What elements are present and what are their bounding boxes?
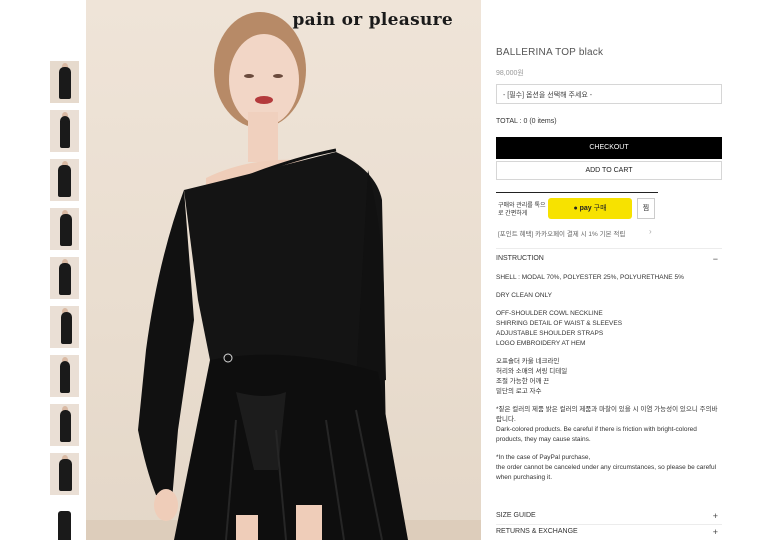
thumbnail-1[interactable] [50,61,79,103]
chevron-right-icon[interactable]: › [649,227,652,236]
thumbnail-5[interactable] [50,257,79,299]
pay-brand-label: pay [579,205,592,212]
product-title: BALLERINA TOP black [496,47,604,58]
feature-ko-2: 허리와 소매의 셔링 디테일 [496,368,568,375]
minus-icon: − [712,254,718,264]
product-price: 98,000원 [496,70,524,77]
divider [496,248,722,249]
wishlist-button[interactable]: 찜 [637,198,655,219]
feature-en-4: LOGO EMBROIDERY AT HEM [496,340,586,347]
instruction-toggle[interactable]: INSTRUCTION − [496,254,722,264]
checkout-button[interactable]: CHECKOUT [496,137,722,159]
returns-label: RETURNS & EXCHANGE [496,528,578,535]
kakao-pay-button[interactable]: ● pay 구매 [548,198,632,219]
thumbnail-6[interactable] [50,306,79,348]
divider [496,524,722,525]
feature-en-2: SHIRRING DETAIL OF WAIST & SLEEVES [496,320,623,327]
brand-logo: pain or pleasure [292,10,453,30]
chat-bubble-icon: ● [573,205,578,212]
warning-en: Dark-colored products. Be careful if the… [496,426,697,443]
point-benefit-note: [포인트 혜택] 카카오페이 결제 시 1% 기본 적립 [498,231,626,238]
kakao-note: 구매와 관리를 톡으로 간편하게 [498,203,546,217]
thumbnail-9[interactable] [50,453,79,495]
returns-toggle[interactable]: RETURNS & EXCHANGE + [496,527,722,537]
plus-icon: + [712,511,718,521]
feature-en-1: OFF-SHOULDER COWL NECKLINE [496,310,603,317]
thumbnail-7[interactable] [50,355,79,397]
pay-action-label: 구매 [593,205,607,212]
care-text: DRY CLEAN ONLY [496,292,552,299]
size-guide-label: SIZE GUIDE [496,512,536,519]
thumbnail-8[interactable] [50,404,79,446]
warning-ko: *짙은 컬러의 제품 밝은 컬러의 제품과 마찰이 있을 시 이염 가능성이 있… [496,406,718,423]
size-guide-toggle[interactable]: SIZE GUIDE + [496,511,722,521]
add-to-cart-button[interactable]: ADD TO CART [496,161,722,180]
feature-ko-3: 조절 가능한 어깨 끈 [496,378,550,385]
divider [496,192,658,193]
paypal-note-2: the order cannot be canceled under any c… [496,464,717,481]
instruction-content: SHELL : MODAL 70%, POLYESTER 25%, POLYUR… [496,273,722,483]
paypal-note-1: *In the case of PayPal purchase, [496,454,591,461]
thumbnail-3[interactable] [50,159,79,201]
option-select[interactable]: - [필수] 옵션을 선택해 주세요 - [496,84,722,104]
feature-en-3: ADJUSTABLE SHOULDER STRAPS [496,330,604,337]
thumbnail-10[interactable] [50,507,79,540]
product-main-image: pain or pleasure [86,0,481,540]
plus-icon: + [712,527,718,537]
feature-ko-4: 밑단의 로고 자수 [496,388,542,395]
instruction-label: INSTRUCTION [496,255,544,262]
thumbnail-4[interactable] [50,208,79,250]
thumbnail-2[interactable] [50,110,79,152]
total-summary: TOTAL : 0 (0 items) [496,118,557,125]
feature-ko-1: 오프숄더 카울 네크라인 [496,358,560,365]
model-illustration [86,12,481,540]
material-text: SHELL : MODAL 70%, POLYESTER 25%, POLYUR… [496,274,684,281]
